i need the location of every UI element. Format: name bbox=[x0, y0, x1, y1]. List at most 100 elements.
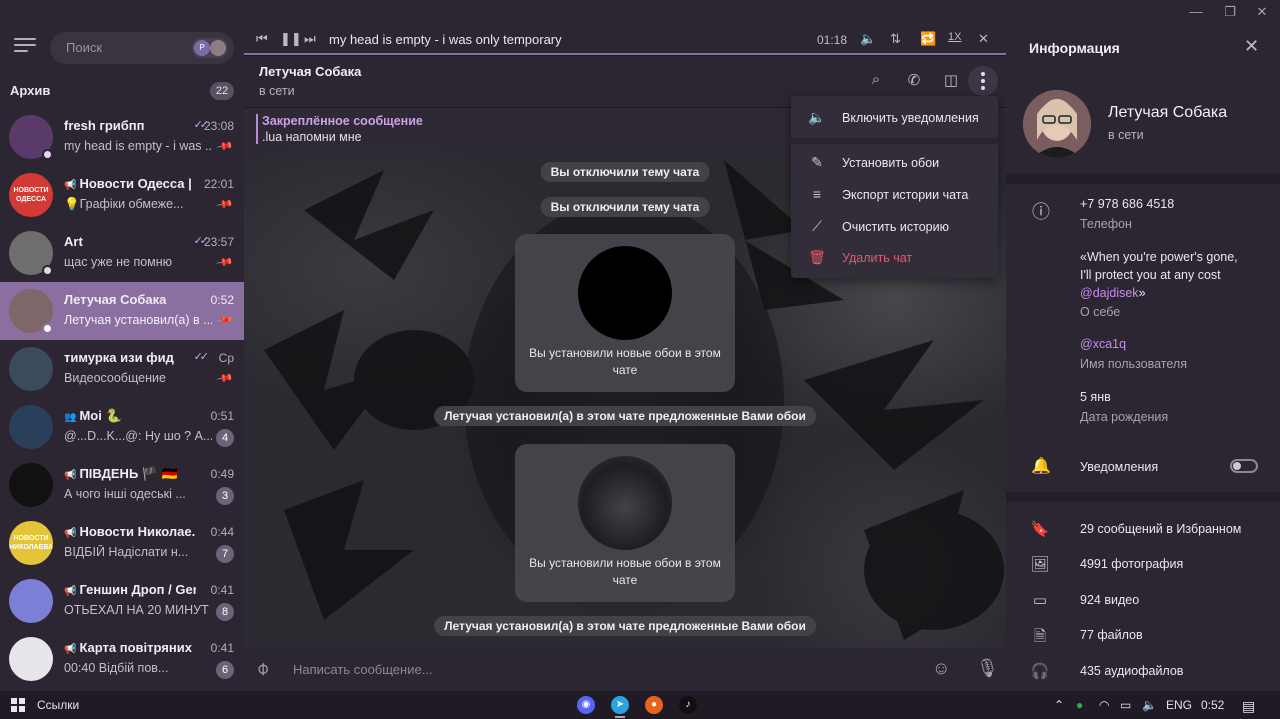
service-message: Вы отключили тему чата bbox=[540, 197, 710, 217]
sidebar-toggle-icon[interactable]: ◫ bbox=[941, 71, 961, 91]
wallpaper-card-text: Вы установили новые обои в этом чате bbox=[529, 346, 721, 377]
section-divider bbox=[1006, 492, 1280, 502]
tiktok-icon[interactable]: ♪ bbox=[679, 696, 697, 714]
menu-item-enable-notifications[interactable]: 🔈 Включить уведомления bbox=[791, 103, 998, 133]
menu-item-set-wallpaper[interactable]: ✎ Установить обои bbox=[791, 148, 998, 178]
headphones-icon: 🎧 bbox=[1030, 663, 1050, 680]
wallpaper-card[interactable]: Вы установили новые обои в этом чате bbox=[515, 444, 735, 602]
close-icon[interactable]: ✕ bbox=[1244, 36, 1259, 57]
chat-name-text: Art bbox=[64, 234, 83, 249]
chat-avatar bbox=[9, 579, 53, 623]
bio-label: О себе bbox=[1080, 305, 1121, 319]
close-window-button[interactable]: ✕ bbox=[1252, 4, 1272, 20]
service-message: Летучая установил(а) в этом чате предлож… bbox=[434, 406, 816, 426]
notifications-label: Уведомления bbox=[1080, 460, 1159, 474]
track-title[interactable]: my head is empty - i was only temporary bbox=[329, 32, 562, 47]
restore-button[interactable]: ❐ bbox=[1220, 4, 1240, 20]
firefox-icon[interactable]: ● bbox=[645, 696, 663, 714]
chat-time: 0:44 bbox=[210, 525, 234, 539]
chat-list-item[interactable]: 📢 ПІВДЕНЬ 🏴 🇩🇪 0:49 А чого інші одеські ...… bbox=[0, 456, 244, 514]
previous-track-icon[interactable]: ⏮ bbox=[256, 31, 268, 47]
stat-label: 29 сообщений в Избранном bbox=[1080, 522, 1242, 536]
discord-icon[interactable]: ◉ bbox=[577, 696, 595, 714]
chat-name-text: Моі 🐍 bbox=[79, 408, 122, 423]
hamburger-menu-icon[interactable] bbox=[14, 38, 36, 56]
stat-audio[interactable]: 🎧 435 аудиофайлов bbox=[1006, 654, 1280, 689]
playback-speed-button[interactable]: 1X bbox=[948, 31, 961, 43]
microphone-icon[interactable]: 🎙 bbox=[976, 658, 999, 679]
wallpaper-preview bbox=[578, 456, 672, 550]
chat-preview: А чого інші одеські ... bbox=[64, 487, 186, 501]
next-track-icon[interactable]: ⏭ bbox=[304, 31, 316, 47]
search-input[interactable]: Поиск P bbox=[50, 32, 234, 64]
profile-avatar[interactable] bbox=[1023, 90, 1091, 158]
group-icon: 👥 bbox=[64, 412, 77, 423]
account-avatar: P bbox=[194, 40, 210, 56]
windows-start-icon[interactable] bbox=[11, 698, 25, 712]
wallpaper-card[interactable]: Вы установили новые обои в этом чате bbox=[515, 234, 735, 392]
chat-list-item[interactable]: НОВОСТИ НИКОЛАЕВА 📢 Новости Николае... 0:44… bbox=[0, 514, 244, 572]
chat-list-item[interactable]: НОВОСТИ ОДЕССА 📢 Новости Одесса | ... 22:01… bbox=[0, 166, 244, 224]
notifications-toggle[interactable] bbox=[1230, 459, 1258, 473]
phone-label: Телефон bbox=[1080, 217, 1132, 231]
order-icon[interactable]: ⇅ bbox=[890, 31, 901, 47]
info-icon: ⓘ bbox=[1032, 202, 1050, 222]
battery-icon[interactable]: ▭ bbox=[1120, 698, 1131, 712]
archive-row[interactable]: Архив 22 bbox=[0, 76, 244, 106]
pin-icon: 📌 bbox=[215, 196, 234, 214]
bio-link[interactable]: @dajdisek bbox=[1080, 286, 1139, 300]
chat-time: 0:41 bbox=[210, 583, 234, 597]
clock[interactable]: 0:52 bbox=[1201, 698, 1224, 712]
volume-tray-icon[interactable]: 🔈 bbox=[1142, 698, 1157, 712]
channel-icon: 📢 bbox=[64, 470, 77, 481]
account-switcher-chip[interactable]: P bbox=[192, 38, 228, 58]
unread-badge: 3 bbox=[216, 487, 234, 505]
wifi-icon[interactable]: ◠ bbox=[1099, 698, 1109, 712]
chat-name: 📢 ПІВДЕНЬ 🏴 🇩🇪 bbox=[64, 466, 196, 482]
emoji-icon[interactable]: ☺ bbox=[932, 658, 950, 679]
chat-list-item[interactable]: 📢 Карта повітряних ... 0:41 00:40 Відбій по… bbox=[0, 630, 244, 688]
chat-preview: Летучая установил(а) в ... bbox=[64, 313, 212, 327]
attach-icon[interactable]: ⌀ bbox=[251, 657, 274, 680]
chat-name-text: fresh грибпп bbox=[64, 118, 145, 133]
chat-name-text: Геншин Дроп / Gen... bbox=[79, 582, 196, 597]
menu-item-clear-history[interactable]: ⟋ Очистить историю bbox=[791, 212, 998, 242]
chat-preview: 00:40 Відбій пов... bbox=[64, 661, 169, 675]
menu-item-delete-chat[interactable]: 🗑 Удалить чат bbox=[791, 243, 998, 273]
message-input[interactable]: Написать сообщение... bbox=[293, 662, 433, 677]
username-value[interactable]: @xca1q bbox=[1080, 337, 1126, 351]
chat-avatar: НОВОСТИ НИКОЛАЕВА bbox=[9, 521, 53, 565]
notifications-center-icon[interactable]: ▤ bbox=[1242, 698, 1255, 715]
chat-list-item[interactable]: 👥 Моі 🐍 0:51 @...D...K...@: Ну шо ? А... 4 bbox=[0, 398, 244, 456]
close-player-icon[interactable]: ✕ bbox=[978, 31, 989, 47]
chat-preview: ВІДБІЙ Надіслати н... bbox=[64, 545, 189, 559]
bio-line: «When you're power's gone, bbox=[1080, 250, 1238, 264]
more-options-icon[interactable] bbox=[968, 66, 998, 96]
chat-list-item[interactable]: 📢Геншин Дроп / Gen... 0:41 ОТЬЕХАЛ НА 20 М… bbox=[0, 572, 244, 630]
bell-icon: 🔔 bbox=[1031, 458, 1051, 475]
stat-videos[interactable]: ▭ 924 видео bbox=[1006, 583, 1280, 618]
stat-saved-messages[interactable]: 🔖 29 сообщений в Избранном bbox=[1006, 512, 1280, 547]
language-indicator[interactable]: ENG bbox=[1166, 698, 1192, 712]
chat-list-item[interactable]: Летучая Собака 0:52 Летучая установил(а) в… bbox=[0, 282, 244, 340]
telegram-icon[interactable]: ➤ bbox=[611, 696, 629, 714]
call-icon[interactable]: ✆ bbox=[904, 71, 924, 91]
search-icon[interactable]: ⌕ bbox=[866, 71, 886, 91]
tray-app-icon[interactable]: ● bbox=[1076, 698, 1083, 712]
chat-list-item[interactable]: Art ✓✓ 23:57 щас уже не помню 📌 bbox=[0, 224, 244, 282]
minimize-button[interactable]: — bbox=[1186, 4, 1206, 20]
bio-text[interactable]: «When you're power's gone, I'll protect … bbox=[1080, 248, 1260, 302]
search-placeholder: Поиск bbox=[66, 40, 103, 55]
phone-value[interactable]: +7 978 686 4518 bbox=[1080, 197, 1174, 211]
taskbar-links[interactable]: Ссылки bbox=[37, 698, 79, 712]
trash-icon: 🗑 bbox=[808, 249, 826, 265]
chat-list-item[interactable]: fresh грибпп ✓✓ 23:08 my head is empty - i … bbox=[0, 108, 244, 166]
pause-icon[interactable]: ❚❚ bbox=[280, 31, 302, 47]
stat-photos[interactable]: 🖼 4991 фотография bbox=[1006, 547, 1280, 582]
repeat-icon[interactable]: 🔁 bbox=[920, 31, 936, 47]
stat-files[interactable]: 🗎 77 файлов bbox=[1006, 618, 1280, 653]
volume-icon[interactable]: 🔈 bbox=[860, 31, 876, 47]
chat-list-item[interactable]: тимурка изи фид ✓✓ Ср Видеосообщение 📌 bbox=[0, 340, 244, 398]
menu-item-export-history[interactable]: ≡ Экспорт истории чата bbox=[791, 180, 998, 210]
tray-expand-icon[interactable]: ⌃ bbox=[1054, 698, 1064, 712]
